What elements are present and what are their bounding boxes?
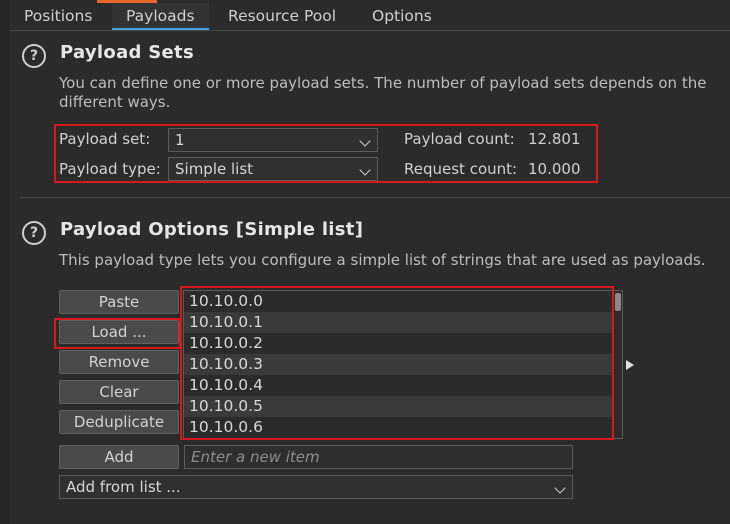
add-button[interactable]: Add [59,445,179,469]
paste-button[interactable]: Paste [59,290,179,314]
section-divider [20,197,730,198]
payload-sets-description: You can define one or more payload sets.… [59,74,707,92]
list-item[interactable]: 10.10.0.0 [184,291,614,312]
payload-set-dropdown[interactable]: 1 [168,128,378,152]
payload-options-description: This payload type lets you configure a s… [59,251,706,269]
chevron-down-icon [359,164,371,176]
list-item[interactable]: 10.10.0.6 [184,417,614,438]
add-from-list-dropdown[interactable]: Add from list ... [59,475,573,499]
list-scrollbar[interactable] [615,293,621,311]
tab-payloads[interactable]: Payloads [112,3,209,30]
list-item[interactable]: 10.10.0.2 [184,333,614,354]
tab-bar: Positions Payloads Resource Pool Options [10,3,730,31]
list-item[interactable]: 10.10.0.3 [184,354,614,375]
payload-options-title: Payload Options [Simple list] [60,219,364,240]
list-item[interactable]: 10.10.0.5 [184,396,614,417]
payload-sets-description-cont: different ways. [59,93,171,111]
list-item[interactable]: 10.10.0.1 [184,312,614,333]
payload-sets-title: Payload Sets [60,42,194,63]
list-item[interactable]: 10.10.0.4 [184,375,614,396]
payload-type-label: Payload type: [59,160,161,178]
tab-positions[interactable]: Positions [10,3,106,30]
chevron-down-icon [359,135,371,147]
left-edge-panel [0,0,10,524]
payload-type-dropdown[interactable]: Simple list [168,157,378,181]
deduplicate-button[interactable]: Deduplicate [59,410,179,434]
request-count-label: Request count: [404,160,518,178]
payload-set-label: Payload set: [59,130,151,148]
load-button[interactable]: Load ... [59,320,179,344]
payload-set-value: 1 [175,131,185,149]
expand-arrow-icon[interactable] [626,360,634,370]
add-from-list-label: Add from list ... [66,478,181,496]
clear-button[interactable]: Clear [59,380,179,404]
payload-count-value: 12.801 [528,130,581,148]
chevron-down-icon [554,482,566,494]
payload-type-value: Simple list [175,160,254,178]
help-icon[interactable]: ? [22,44,46,68]
remove-button[interactable]: Remove [59,350,179,374]
new-item-input[interactable]: Enter a new item [184,445,573,469]
tab-options[interactable]: Options [358,3,446,30]
request-count-value: 10.000 [528,160,581,178]
help-icon[interactable]: ? [22,221,46,245]
payload-count-label: Payload count: [404,130,515,148]
payload-list[interactable]: 10.10.0.0 10.10.0.1 10.10.0.2 10.10.0.3 … [183,290,623,439]
tab-resource-pool[interactable]: Resource Pool [214,3,350,30]
